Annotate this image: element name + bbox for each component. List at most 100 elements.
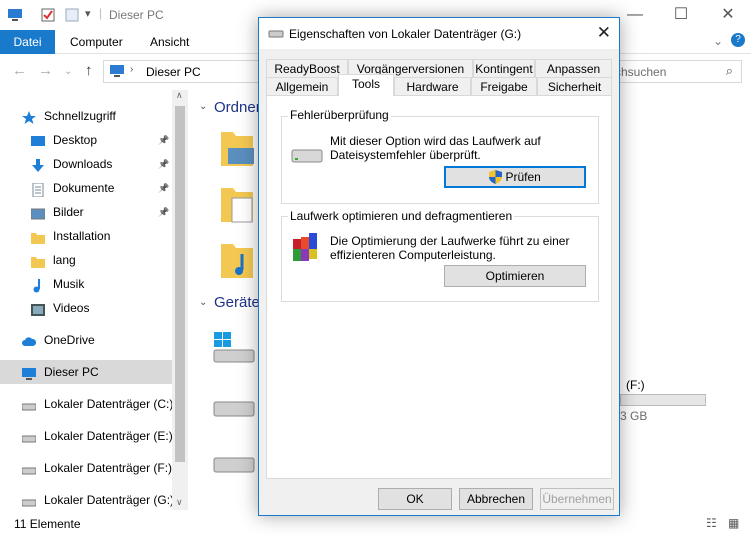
- folder-icon: [31, 229, 45, 244]
- tab-security[interactable]: Sicherheit: [537, 77, 612, 96]
- pin-icon[interactable]: 📌: [158, 200, 169, 224]
- sidebar-item-label: Dokumente: [53, 181, 115, 195]
- apply-button[interactable]: Übernehmen: [540, 488, 614, 510]
- back-arrow-icon[interactable]: ←: [12, 62, 27, 79]
- properties-dialog: Eigenschaften von Lokaler Datenträger (G…: [258, 17, 620, 516]
- tab-view[interactable]: Ansicht: [137, 30, 202, 54]
- computer-icon: [22, 365, 36, 380]
- close-button[interactable]: ✕: [705, 0, 751, 30]
- pin-icon[interactable]: 📌: [158, 152, 169, 176]
- properties-check-icon[interactable]: [40, 7, 56, 23]
- sidebar-item[interactable]: Lokaler Datenträger (E:): [0, 424, 173, 448]
- details-view-icon[interactable]: ☷: [706, 516, 717, 530]
- address-path[interactable]: Dieser PC: [146, 65, 201, 79]
- item-count: 11 Elemente: [14, 517, 81, 531]
- sidebar-item-label: Installation: [53, 229, 111, 243]
- new-folder-icon[interactable]: [64, 7, 80, 23]
- sidebar-item[interactable]: Lokaler Datenträger (C:): [0, 392, 173, 416]
- optimize-button[interactable]: Optimieren: [444, 265, 586, 287]
- tab-readyboost[interactable]: ReadyBoost: [266, 59, 348, 78]
- star-icon: [22, 109, 36, 124]
- drive-icon: [21, 493, 37, 507]
- cancel-button[interactable]: Abbrechen: [459, 488, 533, 510]
- sidebar-item[interactable]: Installation: [0, 224, 172, 248]
- recent-dropdown-icon[interactable]: ⌄: [64, 66, 72, 77]
- drive-icon: [21, 461, 37, 475]
- ok-button[interactable]: OK: [378, 488, 452, 510]
- music-folder-icon[interactable]: [220, 240, 254, 280]
- quick-access-dropdown-icon[interactable]: ▾: [85, 7, 91, 20]
- tab-quota[interactable]: Kontingent: [473, 59, 535, 78]
- sidebar-item-label: Videos: [53, 301, 90, 315]
- tab-computer[interactable]: Computer: [57, 30, 136, 54]
- window-title: Dieser PC: [109, 8, 164, 22]
- pin-icon[interactable]: 📌: [158, 176, 169, 200]
- optimize-title: Laufwerk optimieren und defragmentieren: [288, 209, 515, 223]
- cloud-icon: [22, 333, 37, 347]
- collapse-devices-icon[interactable]: ⌄: [199, 297, 207, 308]
- pictures-folder-icon[interactable]: [220, 128, 254, 168]
- check-button-label: Prüfen: [505, 170, 541, 184]
- sidebar-item[interactable]: Dokumente 📌: [0, 176, 172, 200]
- sidebar-item[interactable]: Videos: [0, 296, 172, 320]
- tab-general[interactable]: Allgemein: [266, 77, 338, 96]
- documents-folder-icon[interactable]: [220, 184, 254, 224]
- forward-arrow-icon[interactable]: →: [38, 62, 53, 79]
- sidebar-item[interactable]: OneDrive: [0, 328, 172, 352]
- sidebar-item-label: Downloads: [53, 157, 113, 171]
- tab-hardware[interactable]: Hardware: [394, 77, 471, 96]
- sidebar-item-label: Dieser PC: [44, 365, 99, 379]
- tab-sharing[interactable]: Freigabe: [471, 77, 537, 96]
- computer-icon: [8, 9, 22, 21]
- error-check-line2: Dateisystemfehler überprüft.: [330, 148, 481, 162]
- tab-file[interactable]: Datei: [0, 30, 55, 54]
- drive-icon: [21, 429, 37, 443]
- sidebar-item-label: OneDrive: [44, 333, 95, 347]
- maximize-button[interactable]: ☐: [658, 0, 704, 30]
- dialog-titlebar: Eigenschaften von Lokaler Datenträger (G…: [259, 18, 619, 49]
- tab-tools[interactable]: Tools: [338, 74, 394, 96]
- sidebar-item-label: Schnellzugriff: [44, 109, 116, 123]
- sidebar-item[interactable]: Desktop 📌: [0, 128, 172, 152]
- help-icon[interactable]: ?: [731, 33, 745, 47]
- drive-icon[interactable]: [212, 396, 258, 422]
- nav-scrollbar-thumb[interactable]: [175, 106, 185, 462]
- ribbon-expand-icon[interactable]: ⌄: [713, 34, 723, 48]
- sidebar-item[interactable]: Dieser PC: [0, 360, 172, 384]
- check-button[interactable]: Prüfen: [444, 166, 586, 188]
- tiles-view-icon[interactable]: ▦: [728, 516, 739, 530]
- devices-header[interactable]: Geräte: [214, 294, 260, 311]
- music-icon: [31, 277, 45, 293]
- pin-icon[interactable]: 📌: [158, 128, 169, 152]
- sidebar-item[interactable]: Downloads 📌: [0, 152, 172, 176]
- search-icon[interactable]: ⌕: [726, 63, 733, 79]
- optimize-line2: effizienteren Computerleistung.: [330, 248, 496, 262]
- collapse-folders-icon[interactable]: ⌄: [199, 101, 207, 112]
- computer-icon: [110, 65, 124, 77]
- scroll-up-icon[interactable]: ∧: [176, 90, 183, 101]
- sidebar-item[interactable]: Lokaler Datenträger (G:): [0, 488, 174, 512]
- navigation-pane: Schnellzugriff Desktop 📌 Downloads 📌 Dokument…: [0, 90, 188, 510]
- videos-icon: [31, 301, 45, 316]
- sidebar-item[interactable]: Schnellzugriff: [0, 104, 172, 128]
- sidebar-item[interactable]: Lokaler Datenträger (F:): [0, 456, 172, 480]
- drive-icon: [21, 397, 37, 411]
- error-check-title: Fehlerüberprüfung: [288, 108, 391, 122]
- drive-f-label[interactable]: (F:): [626, 378, 645, 392]
- folders-header[interactable]: Ordner: [214, 99, 261, 116]
- sidebar-item[interactable]: Musik: [0, 272, 172, 296]
- sidebar-item-label: lang: [53, 253, 76, 267]
- drive-f-usage-bar: [620, 394, 706, 406]
- up-arrow-icon[interactable]: ↑: [85, 62, 93, 79]
- sidebar-item[interactable]: Bilder 📌: [0, 200, 172, 224]
- dialog-close-icon[interactable]: ✕: [597, 23, 611, 43]
- windows-drive-icon[interactable]: [212, 330, 258, 366]
- document-icon: [31, 181, 45, 198]
- sidebar-item[interactable]: lang: [0, 248, 172, 272]
- drive-icon[interactable]: [212, 452, 258, 478]
- breadcrumb-chevron-icon[interactable]: ›: [130, 64, 133, 75]
- tab-customize[interactable]: Anpassen: [535, 59, 612, 78]
- scroll-down-icon[interactable]: ∨: [176, 497, 183, 508]
- sidebar-item-label: Lokaler Datenträger (F:): [44, 461, 173, 475]
- drive-icon: [291, 149, 323, 163]
